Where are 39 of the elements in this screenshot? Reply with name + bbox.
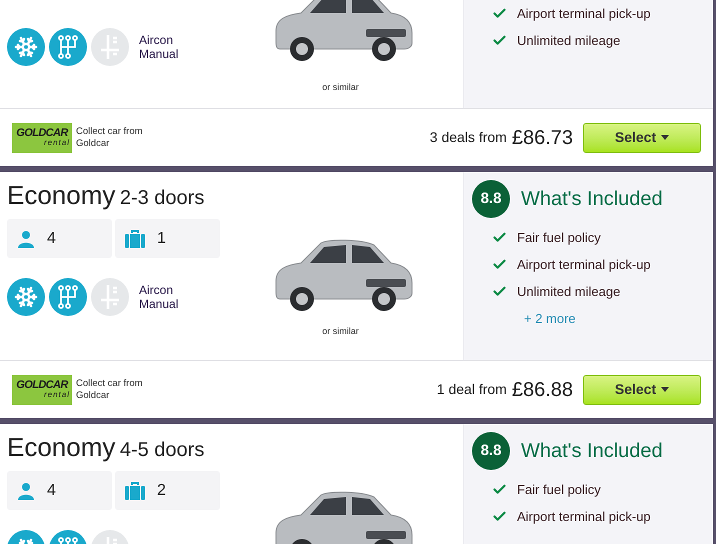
rating-badge: 8.8	[472, 432, 510, 470]
price: £86.88	[512, 378, 573, 402]
select-button[interactable]: Select	[583, 374, 701, 404]
included-item: Fair fuel policy	[517, 480, 601, 499]
included-item: Airport terminal pick-up	[517, 256, 651, 274]
included-item: Unlimited mileage	[517, 32, 620, 50]
suitcase-icon	[125, 482, 145, 500]
goldcar-logo: GOLDCAR rental	[12, 374, 72, 404]
person-icon	[17, 230, 35, 248]
collect-text: Collect car from Goldcar	[76, 126, 144, 150]
included-item: Fair fuel policy	[517, 228, 601, 247]
spec-value: 1	[157, 228, 166, 248]
included-item: Unlimited mileage	[517, 282, 620, 301]
car-title: Economy 2-3 doors	[6, 179, 206, 208]
deals-text: 1 deal from	[436, 380, 507, 399]
suitcase-icon	[125, 230, 145, 248]
feature-label: Manual	[139, 297, 178, 311]
included-item: Airport terminal pick-up	[517, 4, 651, 23]
caret-icon	[661, 135, 670, 140]
included-heading: What's Included	[521, 439, 663, 464]
included-item: Airport terminal pick-up	[517, 508, 651, 526]
collect-text: Collect car from Goldcar	[76, 378, 144, 402]
select-button[interactable]: Select	[583, 122, 701, 152]
person-icon	[17, 482, 35, 500]
feature-label: Manual	[139, 47, 178, 61]
spec-value: 4	[47, 228, 56, 248]
deals-text: 3 deals from	[430, 128, 507, 147]
rating-badge: 8.8	[472, 180, 510, 218]
caret-icon	[661, 387, 670, 392]
feature-label: Aircon	[139, 283, 174, 297]
image-caption: or similar	[322, 81, 359, 93]
feature-label: Aircon	[139, 33, 174, 47]
image-caption: or similar	[322, 325, 359, 337]
price: £86.73	[512, 126, 573, 150]
spec-value: 2	[157, 480, 166, 500]
car-title: Economy 4-5 doors	[6, 431, 206, 460]
included-heading: What's Included	[521, 187, 663, 212]
goldcar-logo: GOLDCAR rental	[12, 122, 72, 152]
spec-value: 4	[47, 480, 56, 500]
